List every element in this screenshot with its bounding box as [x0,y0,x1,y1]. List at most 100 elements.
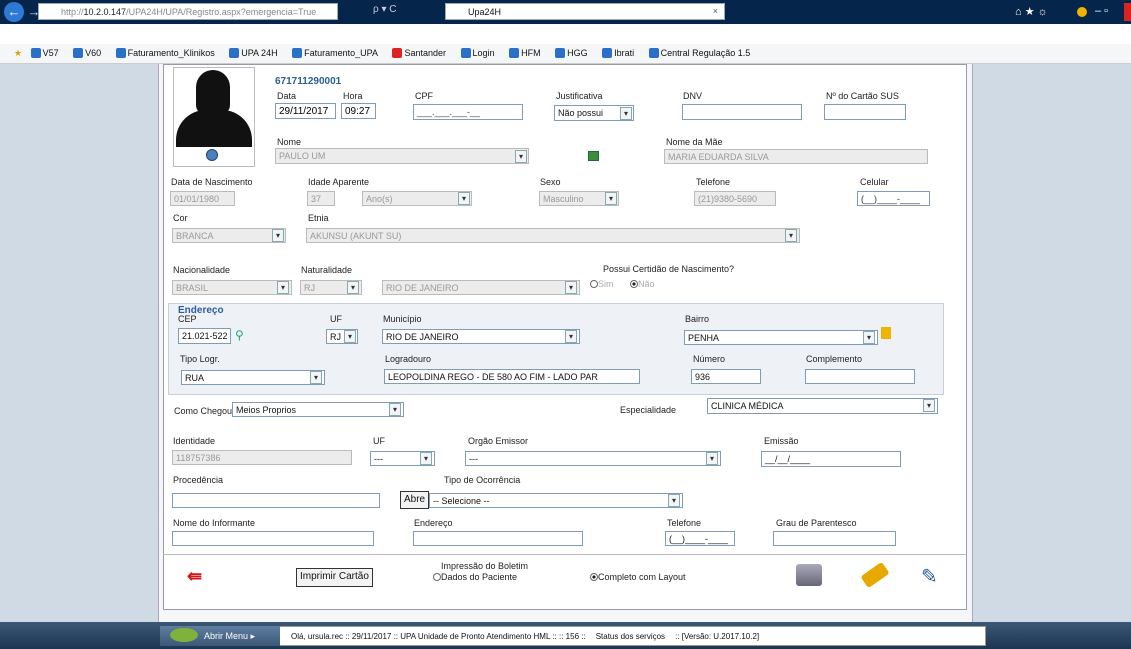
numero-field[interactable]: 936 [691,369,761,384]
nome-field[interactable]: PAULO UM ▾ [275,148,529,164]
uf-select[interactable]: RJ ▾ [326,329,358,344]
patient-id: 671711290001 [275,76,342,87]
imprimir-cartao-button[interactable]: Imprimir Cartão [296,568,373,587]
etnia-label: Etnia [308,213,329,223]
especialidade-label: Especialidade [620,405,677,415]
emissao-field[interactable]: __/__/____ [761,451,901,467]
grau-field[interactable] [773,531,896,546]
como-select[interactable]: Meios Proprios ▾ [232,402,404,417]
tipo-select[interactable]: RUA ▾ [181,370,325,385]
doc-uf-select[interactable]: --- ▾ [370,451,435,466]
complemento-label: Complemento [806,354,863,364]
idade-field[interactable]: 37 [307,191,335,206]
cpf-label: CPF [415,91,433,101]
favorites-bar: ★ V57 V60 Faturamento_Klinikos UPA 24H F… [0,44,1131,64]
address-bar[interactable]: http://10.2.0.147/UPA24H/UPA/Registro.as… [38,3,338,20]
identidade-field[interactable]: 118757386 [172,450,352,465]
como-label: Como Chegou? [174,406,238,416]
chevron-down-icon: ▾ [310,371,322,384]
mae-field[interactable]: MARIA EDUARDA SILVA [664,149,928,164]
opt-dados-radio[interactable]: Dados do Paciente [433,572,517,582]
back-icon[interactable]: ← [4,2,24,22]
hora-label: Hora [343,91,363,101]
cep-field[interactable]: 21.021-522 [178,328,231,344]
celular-field[interactable]: (__)____-____ [857,191,930,206]
menu-logo-icon [170,628,198,642]
chevron-down-icon: ▾ [277,281,289,294]
fav-item[interactable]: HFM [509,48,547,58]
nasc-field[interactable]: 01/01/1980 [170,191,235,206]
fav-item[interactable]: UPA 24H [229,48,283,58]
certidao-nao-radio[interactable]: Não [630,279,655,289]
back-arrow-icon[interactable]: ⇚ [187,566,202,587]
fav-item[interactable]: Ibrati [602,48,640,58]
sexo-select[interactable]: Masculino ▾ [539,191,619,206]
orgao-select[interactable]: --- ▾ [465,451,721,466]
municipio-select[interactable]: RIO DE JANEIRO ▾ [382,329,580,344]
certidao-sim-radio[interactable]: Sim [590,279,614,289]
webcam-icon[interactable] [206,149,218,161]
naturalidade-uf-select[interactable]: RJ ▾ [300,280,362,295]
fav-item[interactable]: Faturamento_UPA [292,48,384,58]
bairro-label: Bairro [685,314,710,324]
logradouro-field[interactable]: LEOPOLDINA REGO - DE 580 AO FIM - LADO P… [384,369,640,384]
dnv-field[interactable] [682,104,802,120]
inf-endereco-label: Endereço [414,518,453,528]
complemento-field[interactable] [805,369,915,384]
especialidade-select[interactable]: CLINICA MÉDICA ▾ [707,398,938,414]
inf-telefone-field[interactable]: (__)____-____ [665,531,735,546]
idade-unit-select[interactable]: Ano(s) ▾ [362,191,472,206]
justificativa-select[interactable]: Não possui ▾ [554,105,634,121]
numero-label: Número [693,354,726,364]
avatar-head [196,70,230,115]
cep-label: CEP [178,314,197,324]
fav-item[interactable]: Santander [392,48,452,58]
abre-button[interactable]: Abre [400,491,430,509]
ocorrencia-label: Tipo de Ocorrência [444,475,521,485]
chevron-down-icon: ▾ [420,452,432,465]
favorites-star-icon[interactable]: ★ [14,48,22,58]
inf-telefone-label: Telefone [667,518,702,528]
chevron-down-icon: ▾ [620,107,632,120]
telefone-field[interactable]: (21)9380-5690 [694,191,776,206]
naturalidade-label: Naturalidade [301,265,353,275]
window-close-icon[interactable] [1124,3,1131,21]
sus-field[interactable] [824,104,906,120]
search-mother-icon[interactable] [588,151,599,161]
ocorrencia-select[interactable]: -- Selecione -- ▾ [429,493,683,508]
fav-item[interactable]: V60 [73,48,107,58]
inf-endereco-field[interactable] [413,531,583,546]
informante-field[interactable] [172,531,374,546]
bairro-select[interactable]: PENHA ▾ [684,330,878,345]
note-icon[interactable] [881,327,891,339]
tab-close-icon[interactable]: × [713,6,718,16]
printer-icon[interactable] [796,564,822,586]
browser-toolbar-icons[interactable]: ⌂ ★ ☼ [1015,5,1075,18]
nasc-label: Data de Nascimento [171,177,253,187]
save-check-icon[interactable]: ✎ [921,564,938,589]
data-field[interactable]: 29/11/2017 [275,103,336,119]
fav-item[interactable]: Faturamento_Klinikos [115,48,221,58]
identidade-label: Identidade [173,436,216,446]
nacionalidade-select[interactable]: BRASIL ▾ [172,280,292,295]
dnv-label: DNV [683,91,703,101]
cep-search-icon[interactable]: ⚲ [235,328,244,342]
chevron-down-icon: ▾ [785,229,797,242]
procedencia-field[interactable] [172,493,380,508]
opt-completo-radio[interactable]: Completo com Layout [590,572,686,582]
naturalidade-city-select[interactable]: RIO DE JANEIRO ▾ [382,280,580,295]
smiley-icon[interactable] [1077,7,1087,17]
fav-item[interactable]: V57 [30,48,65,58]
search-refresh-icon[interactable]: ρ ▾ C [345,4,440,20]
fav-item[interactable]: Login [460,48,501,58]
hora-field[interactable]: 09:27 [341,103,376,119]
doc-uf-label: UF [373,436,385,446]
cpf-field[interactable]: ___.___.___-__ [413,104,523,120]
cor-select[interactable]: BRANCA ▾ [172,228,286,243]
municipio-label: Município [383,314,422,324]
tab-upa24h[interactable]: Upa24H × [445,3,725,20]
fav-item[interactable]: Central Regulação 1.5 [648,48,757,58]
servicos-link[interactable]: Status dos serviços [596,632,665,641]
etnia-select[interactable]: AKUNSU (AKUNT SU) ▾ [306,228,800,243]
fav-item[interactable]: HGG [555,48,594,58]
